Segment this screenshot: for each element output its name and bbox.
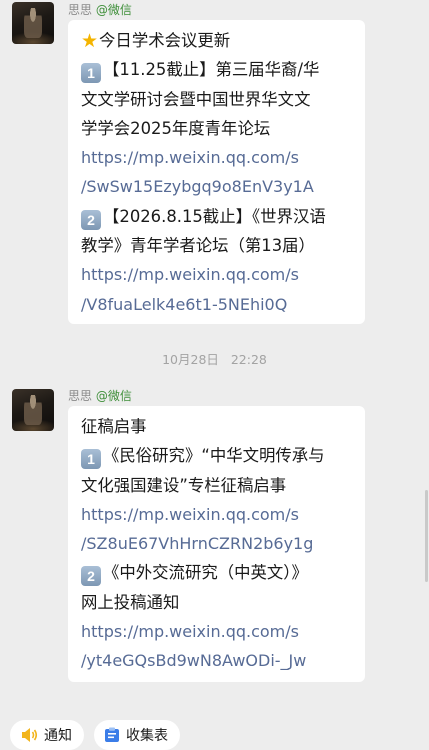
- scrollbar[interactable]: [425, 490, 428, 582]
- link-text[interactable]: /V8fuaLelk4e6t1-5NEhi0Q: [81, 292, 353, 321]
- message-line: 教学》青年学者论坛（第13届）: [81, 233, 353, 262]
- message-line: ★今日学术会议更新: [81, 28, 353, 57]
- line-text: 今日学术会议更新: [99, 31, 231, 50]
- message-line: 1 【11.25截止】第三届华裔/华: [81, 57, 353, 86]
- line-text: 学学会2025年度青年论坛: [81, 118, 271, 138]
- line-text: 文化强国建设”专栏征稿启事: [81, 475, 287, 495]
- line-text: 【11.25截止】第三届华裔/华: [103, 60, 320, 80]
- message-line: 征稿启事: [81, 414, 353, 443]
- message-line: 文化强国建设”专栏征稿启事: [81, 473, 353, 502]
- sender-source: @微信: [95, 3, 132, 17]
- message-line: 2 【2026.8.15截止】《世界汉语: [81, 204, 353, 233]
- form-icon: [105, 727, 119, 742]
- link-text[interactable]: /SwSw15Ezybgq9o8EnV3y1A: [81, 174, 353, 203]
- line-text: /yt4eGQsBd9wN8AwODi-_Jw: [81, 651, 307, 671]
- line-text: 《中外交流研究（中英文）》: [103, 563, 308, 583]
- line-text: 文文学研讨会暨中国世界华文文: [81, 89, 311, 109]
- sender-source: @微信: [95, 389, 132, 403]
- message-line: 网上投稿通知: [81, 590, 353, 619]
- message-line: 2 《中外交流研究（中英文）》: [81, 560, 353, 589]
- number-2-icon: 2: [81, 209, 101, 230]
- star-icon: ★: [81, 30, 99, 52]
- speaker-icon: [22, 728, 38, 742]
- timestamp: 10月28日 22:28: [162, 352, 267, 367]
- message-line: 1 《民俗研究》“中华文明传承与: [81, 443, 353, 472]
- number-1-icon: 1: [81, 63, 101, 84]
- line-text: /SwSw15Ezybgq9o8EnV3y1A: [81, 177, 314, 197]
- line-text: 【2026.8.15截止】《世界汉语: [103, 206, 326, 226]
- link-text[interactable]: https://mp.weixin.qq.com/s: [81, 502, 353, 531]
- link-text[interactable]: https://mp.weixin.qq.com/s: [81, 262, 353, 291]
- message-line: 文文学研讨会暨中国世界华文文: [81, 87, 353, 116]
- line-text: https://mp.weixin.qq.com/s: [81, 265, 299, 285]
- avatar[interactable]: [12, 2, 54, 44]
- sender-label: 思思 @微信: [68, 3, 132, 17]
- line-text: 征稿启事: [81, 417, 147, 436]
- line-text: 《民俗研究》“中华文明传承与: [103, 446, 325, 466]
- form-label: 收集表: [126, 728, 168, 744]
- link-text[interactable]: /SZ8uE67VhHrnCZRN2b6y1g: [81, 531, 353, 560]
- message-bubble[interactable]: ★今日学术会议更新 1 【11.25截止】第三届华裔/华 文文学研讨会暨中国世界华文文…: [68, 20, 365, 324]
- message-line: 学学会2025年度青年论坛: [81, 116, 353, 145]
- message-bubble[interactable]: 征稿启事 1 《民俗研究》“中华文明传承与文化强国建设”专栏征稿启事 https://…: [68, 406, 365, 682]
- number-2-icon: 2: [81, 566, 101, 587]
- line-text: https://mp.weixin.qq.com/s: [81, 148, 299, 168]
- form-button[interactable]: 收集表: [94, 720, 180, 750]
- line-text: https://mp.weixin.qq.com/s: [81, 504, 299, 524]
- line-text: 网上投稿通知: [81, 592, 180, 612]
- sender-name: 思思: [68, 389, 93, 403]
- link-text[interactable]: https://mp.weixin.qq.com/s: [81, 619, 353, 648]
- line-text: 教学》青年学者论坛（第13届）: [81, 236, 315, 256]
- line-text: https://mp.weixin.qq.com/s: [81, 622, 299, 642]
- number-1-icon: 1: [81, 449, 101, 470]
- link-text[interactable]: /yt4eGQsBd9wN8AwODi-_Jw: [81, 648, 353, 677]
- sender-name: 思思: [68, 3, 93, 17]
- link-text[interactable]: https://mp.weixin.qq.com/s: [81, 145, 353, 174]
- bottom-quick-bar: 通知 收集表: [0, 712, 429, 750]
- notice-button[interactable]: 通知: [10, 720, 84, 750]
- line-text: /V8fuaLelk4e6t1-5NEhi0Q: [81, 294, 288, 314]
- avatar[interactable]: [12, 389, 54, 431]
- sender-label: 思思 @微信: [68, 389, 132, 403]
- notice-label: 通知: [44, 728, 72, 744]
- line-text: /SZ8uE67VhHrnCZRN2b6y1g: [81, 534, 314, 554]
